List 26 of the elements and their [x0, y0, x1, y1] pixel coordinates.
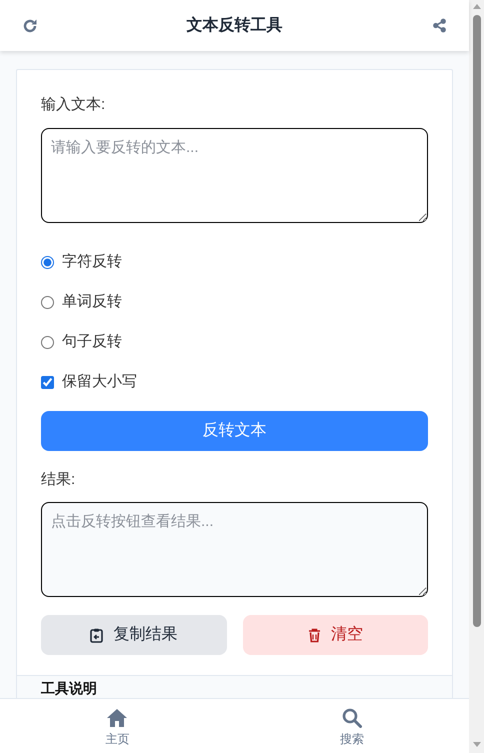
trash-icon: [308, 628, 321, 642]
checkbox-label: 保留大小写: [62, 372, 137, 392]
radio-button[interactable]: [41, 256, 54, 269]
search-tab[interactable]: 搜索: [234, 699, 469, 753]
copy-button[interactable]: 复制结果: [41, 615, 226, 655]
clipboard-icon: [90, 628, 104, 642]
scrollbar-thumb[interactable]: [472, 15, 480, 627]
home-icon: [106, 708, 128, 728]
input-label: 输入文本:: [41, 95, 106, 115]
search-icon: [342, 708, 362, 728]
page-title: 文本反转工具: [186, 15, 282, 36]
radio-label: 字符反转: [62, 252, 122, 272]
refresh-icon: [22, 18, 38, 34]
radio-label: 句子反转: [62, 332, 122, 352]
home-tab[interactable]: 主页: [0, 699, 234, 753]
input-field[interactable]: 请输入要反转的文本...: [41, 128, 428, 222]
radio-button[interactable]: [41, 296, 54, 309]
result-label: 结果:: [41, 470, 76, 490]
radio-button[interactable]: [41, 336, 54, 349]
clear-button[interactable]: 清空: [242, 615, 428, 655]
radio-label: 单词反转: [62, 292, 122, 312]
section-title: 工具说明: [41, 680, 98, 696]
checkbox[interactable]: [41, 376, 54, 389]
reverse-button[interactable]: 反转文本: [41, 410, 428, 450]
share-icon: [432, 18, 446, 33]
result-field[interactable]: 点击反转按钮查看结果...: [41, 502, 428, 597]
